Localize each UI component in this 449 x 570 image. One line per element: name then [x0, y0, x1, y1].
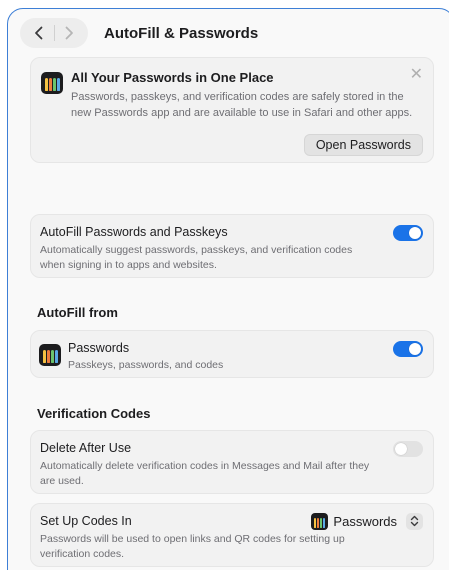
promo-description: Passwords, passkeys, and verification co…	[71, 91, 413, 119]
autofill-source-passwords-row: Passwords Passkeys, passwords, and codes	[30, 330, 434, 378]
up-down-chevron-icon[interactable]	[406, 512, 423, 530]
forward-button[interactable]	[55, 18, 85, 48]
toggle-knob	[409, 227, 421, 239]
passwords-source-description: Passkeys, passwords, and codes	[68, 359, 224, 371]
delete-after-use-title: Delete After Use	[40, 441, 132, 455]
autofill-from-heading: AutoFill from	[37, 305, 118, 320]
passwords-app-icon	[41, 72, 63, 94]
passwords-app-icon	[39, 344, 61, 366]
settings-window: AutoFill & Passwords All Your Passwords …	[7, 8, 449, 570]
promo-title: All Your Passwords in One Place	[71, 70, 274, 85]
set-up-codes-description: Passwords will be used to open links and…	[40, 533, 345, 560]
page-title: AutoFill & Passwords	[104, 24, 259, 42]
chevron-left-icon	[34, 26, 43, 40]
navigation-controls	[20, 18, 88, 48]
autofill-passwords-row: AutoFill Passwords and Passkeys Automati…	[30, 214, 434, 278]
close-icon[interactable]: ✕	[410, 64, 423, 84]
set-up-codes-value: Passwords	[333, 513, 397, 529]
toggle-knob	[409, 343, 421, 355]
back-button[interactable]	[24, 18, 54, 48]
delete-after-use-row: Delete After Use Automatically delete ve…	[30, 430, 434, 494]
chevron-right-icon	[65, 26, 74, 40]
delete-after-use-description: Automatically delete verification codes …	[40, 460, 370, 487]
set-up-codes-popup[interactable]: Passwords	[311, 512, 423, 530]
verification-codes-heading: Verification Codes	[37, 406, 151, 421]
autofill-title: AutoFill Passwords and Passkeys	[40, 225, 228, 239]
autofill-toggle[interactable]	[393, 225, 423, 241]
delete-after-use-toggle[interactable]	[393, 441, 423, 457]
passwords-source-toggle[interactable]	[393, 341, 423, 357]
passwords-app-icon	[311, 512, 329, 530]
set-up-codes-row: Set Up Codes In Passwords will be used t…	[30, 503, 434, 567]
set-up-codes-title: Set Up Codes In	[40, 514, 132, 528]
passwords-source-title: Passwords	[68, 341, 130, 355]
open-passwords-button[interactable]: Open Passwords	[303, 134, 423, 156]
autofill-description: Automatically suggest passwords, passkey…	[40, 244, 353, 271]
toolbar: AutoFill & Passwords	[8, 9, 449, 57]
toggle-knob	[395, 443, 407, 455]
passwords-promo-card: All Your Passwords in One Place Password…	[30, 57, 434, 163]
